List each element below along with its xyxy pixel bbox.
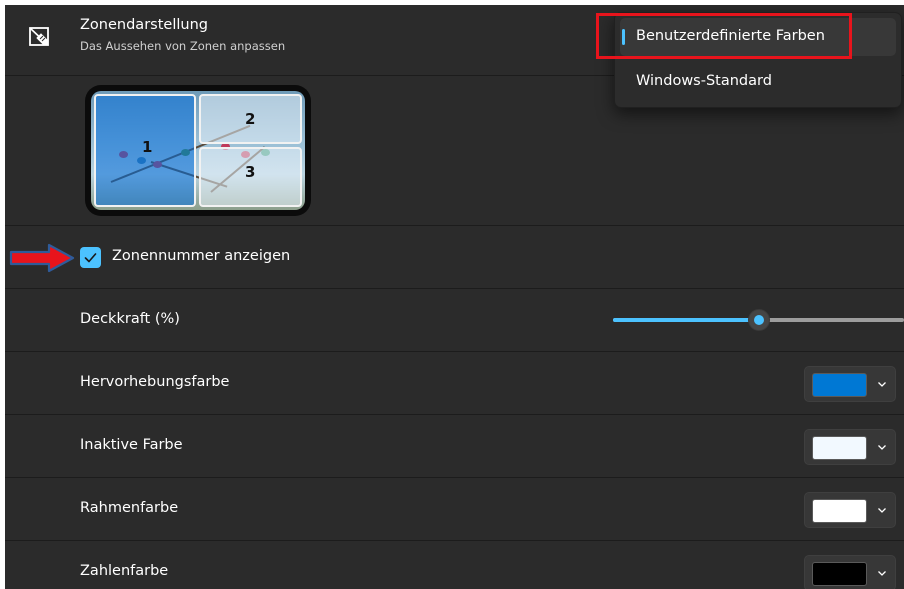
zone-layout-icon [29, 27, 49, 46]
show-zone-number-checkbox[interactable] [80, 247, 101, 268]
border-color-label: Rahmenfarbe [80, 500, 179, 516]
number-color-picker[interactable] [804, 555, 896, 589]
zone-1: 1 [94, 94, 196, 207]
number-color-label: Zahlenfarbe [80, 563, 169, 579]
highlight-annotation [596, 13, 852, 59]
border-color-picker[interactable] [804, 492, 896, 528]
zone-2: 2 [199, 94, 302, 144]
color-row-border: Rahmenfarbe [5, 478, 904, 541]
color-swatch [812, 436, 867, 460]
chevron-down-icon [878, 508, 886, 513]
zone-preview: 1 2 3 [85, 85, 311, 216]
color-swatch [812, 373, 867, 397]
opacity-row: Deckkraft (%) [5, 289, 904, 352]
zone-number: 2 [245, 110, 256, 128]
inactive-color-picker[interactable] [804, 429, 896, 465]
dropdown-option-label: Windows-Standard [636, 73, 772, 89]
accent-color-picker[interactable] [804, 366, 896, 402]
red-arrow-icon [9, 243, 75, 273]
color-row-accent: Hervorhebungsfarbe [5, 352, 904, 415]
color-row-inactive: Inaktive Farbe [5, 415, 904, 478]
preview-wallpaper: 1 2 3 [91, 91, 305, 210]
chevron-down-icon [878, 445, 886, 450]
opacity-label: Deckkraft (%) [80, 311, 180, 327]
section-subtitle: Das Aussehen von Zonen anpassen [80, 39, 286, 53]
color-swatch [812, 499, 867, 523]
show-zone-number-row: Zonennummer anzeigen [5, 226, 904, 289]
zone-number: 3 [245, 163, 256, 181]
show-zone-number-label: Zonennummer anzeigen [112, 248, 291, 264]
slider-fill [613, 318, 759, 322]
accent-color-label: Hervorhebungsfarbe [80, 374, 230, 390]
color-swatch [812, 562, 867, 586]
chevron-down-icon [878, 382, 886, 387]
inactive-color-label: Inaktive Farbe [80, 437, 183, 453]
section-title: Zonendarstellung [80, 17, 208, 33]
chevron-down-icon [878, 571, 886, 576]
slider-thumb[interactable] [748, 309, 770, 331]
dropdown-option-windows-default[interactable]: Windows-Standard [620, 63, 896, 101]
zone-3: 3 [199, 147, 302, 207]
opacity-slider[interactable] [613, 309, 904, 331]
checkmark-icon [84, 253, 97, 263]
color-row-number: Zahlenfarbe [5, 541, 904, 589]
settings-panel: Zonendarstellung Das Aussehen von Zonen … [5, 5, 904, 589]
zone-number: 1 [142, 138, 153, 156]
